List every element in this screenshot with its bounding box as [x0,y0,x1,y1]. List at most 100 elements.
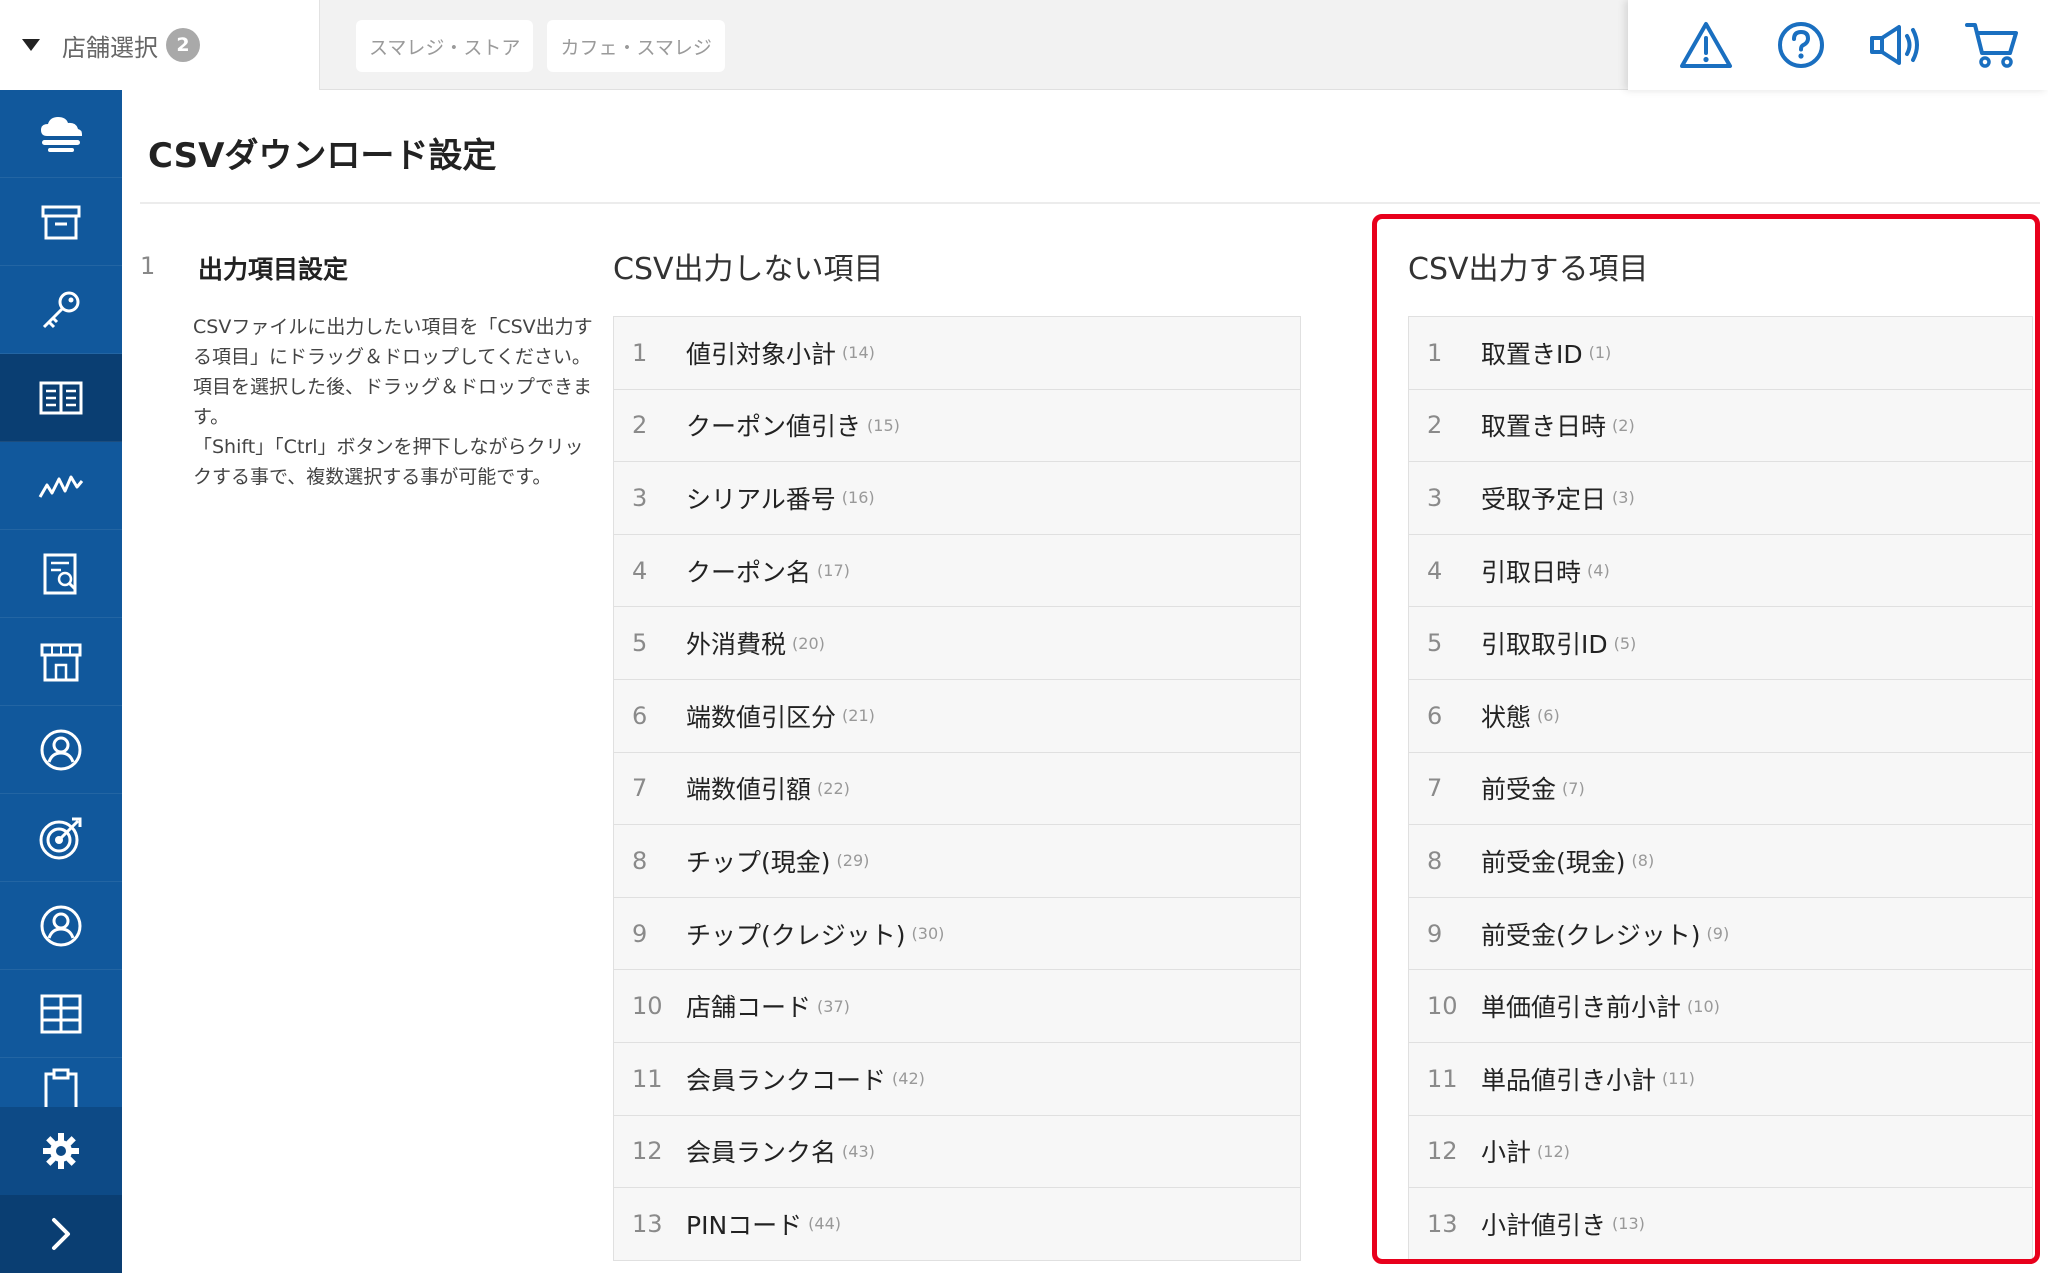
item-column-number: (20) [792,633,825,653]
store-tab[interactable]: カフェ・スマレジ [547,20,725,72]
divider [140,202,2040,204]
store-tabs: スマレジ・ストア カフェ・スマレジ [356,20,725,72]
item-index: 1 [1427,338,1443,367]
list-item[interactable]: 12 小計 (12) [1408,1115,2033,1189]
sidebar-expand-button[interactable] [0,1195,122,1273]
item-column-number: (44) [808,1214,841,1234]
item-label: 単品値引き小計 [1481,1065,1657,1095]
item-label: 店舗コード [686,993,812,1023]
list-item[interactable]: 10 店舗コード (37) [613,970,1301,1043]
archive-icon[interactable] [0,178,122,266]
item-column-number: (30) [911,924,945,944]
list-item[interactable]: 10 単価値引き前小計 (10) [1408,970,2033,1043]
list-item[interactable]: 5 引取取引ID (5) [1408,607,2033,680]
list-item[interactable]: 1 取置きID (1) [1408,317,2033,390]
settings-button[interactable] [0,1107,122,1195]
item-column-number: (14) [842,343,875,363]
list-item[interactable]: 11 単品値引き小計 (11) [1408,1042,2033,1116]
list-item[interactable]: 8 前受金(現金) (8) [1408,825,2033,898]
item-label: 単価値引き前小計 [1481,993,1682,1023]
item-column-number: (16) [841,488,875,508]
item-index: 4 [632,556,648,585]
item-index: 13 [1427,1209,1458,1238]
store-icon[interactable] [0,618,122,706]
list-item[interactable]: 3 シリアル番号 (16) [613,462,1301,535]
item-label: 前受金(現金) [1481,847,1626,877]
item-index: 11 [1427,1064,1458,1093]
item-label: 状態 [1481,702,1532,732]
excluded-items-heading: CSV出力しない項目 [613,252,884,287]
list-item[interactable]: 13 PINコード (44) [613,1188,1301,1261]
list-item[interactable]: 8 チップ(現金) (29) [613,825,1301,898]
store-select-label: 店舗選択 [62,33,158,62]
item-label: 会員ランクコード [686,1065,887,1095]
list-item[interactable]: 6 端数値引区分 (21) [613,679,1301,753]
item-column-number: (21) [842,706,875,726]
item-index: 6 [632,701,648,730]
caret-down-icon [22,39,40,51]
analytics-icon[interactable] [0,442,122,530]
member-icon[interactable] [0,882,122,970]
item-label: クーポン値引き [686,412,862,442]
cloud-icon[interactable] [0,90,122,178]
item-index: 9 [1427,919,1443,948]
item-column-number: (12) [1537,1141,1570,1161]
item-column-number: (15) [867,415,900,435]
item-column-number: (22) [817,778,850,798]
item-column-number: (11) [1662,1069,1695,1089]
report-icon[interactable] [0,530,122,618]
list-item[interactable]: 9 前受金(クレジット) (9) [1408,897,2033,971]
item-column-number: (7) [1562,778,1585,798]
list-item[interactable]: 2 取置き日時 (2) [1408,389,2033,463]
item-index: 12 [1427,1137,1458,1166]
target-icon[interactable] [0,794,122,882]
item-column-number: (6) [1537,706,1560,726]
megaphone-icon[interactable] [1867,15,1927,75]
list-item[interactable]: 5 外消費税 (20) [613,607,1301,680]
page-title: CSVダウンロード設定 [148,136,497,176]
list-item[interactable]: 6 状態 (6) [1408,679,2033,753]
help-icon[interactable] [1771,15,1831,75]
item-column-number: (8) [1631,851,1655,871]
store-select-dropdown[interactable]: 店舗選択 2 [0,0,320,90]
item-label: 小計 [1481,1138,1532,1168]
step-description: CSVファイルに出力したい項目を「CSV出力する項目」にドラッグ＆ドロップしてく… [193,316,593,488]
item-label: 前受金(クレジット) [1481,920,1701,950]
item-index: 2 [632,411,648,440]
item-column-number: (4) [1587,561,1610,581]
user-icon[interactable] [0,706,122,794]
list-item[interactable]: 2 クーポン値引き (15) [613,389,1301,463]
list-item[interactable]: 7 前受金 (7) [1408,752,2033,826]
item-index: 5 [632,629,648,658]
item-label: 取置きID [1481,339,1583,369]
item-index: 11 [632,1064,663,1093]
item-column-number: (5) [1613,633,1637,653]
item-label: 会員ランク名 [686,1138,837,1168]
list-item[interactable]: 7 端数値引額 (22) [613,752,1301,826]
item-label: 外消費税 [686,630,787,660]
item-label: 引取日時 [1481,557,1582,587]
list-item[interactable]: 12 会員ランク名 (43) [613,1115,1301,1189]
list-item[interactable]: 1 値引対象小計 (14) [613,317,1301,390]
item-column-number: (3) [1612,488,1635,508]
item-column-number: (9) [1706,924,1730,944]
list-item[interactable]: 11 会員ランクコード (42) [613,1042,1301,1116]
list-item[interactable]: 3 受取予定日 (3) [1408,462,2033,535]
item-column-number: (10) [1687,996,1720,1016]
item-label: 小計値引き [1481,1210,1607,1240]
list-item[interactable]: 13 小計値引き (13) [1408,1188,2033,1261]
clipboard-icon[interactable] [0,1058,122,1108]
store-tab[interactable]: スマレジ・ストア [356,20,534,72]
list-item[interactable]: 9 チップ(クレジット) (30) [613,897,1301,971]
item-index: 6 [1427,701,1443,730]
warning-icon[interactable] [1676,15,1736,75]
item-index: 10 [1427,992,1458,1021]
list-item[interactable]: 4 クーポン名 (17) [613,534,1301,608]
list-item[interactable]: 4 引取日時 (4) [1408,534,2033,608]
book-icon[interactable] [0,354,122,442]
grid-icon[interactable] [0,970,122,1058]
cart-icon[interactable] [1962,15,2022,75]
item-label: 端数値引区分 [686,702,837,732]
item-column-number: (13) [1612,1214,1645,1234]
key-icon[interactable] [0,266,122,354]
